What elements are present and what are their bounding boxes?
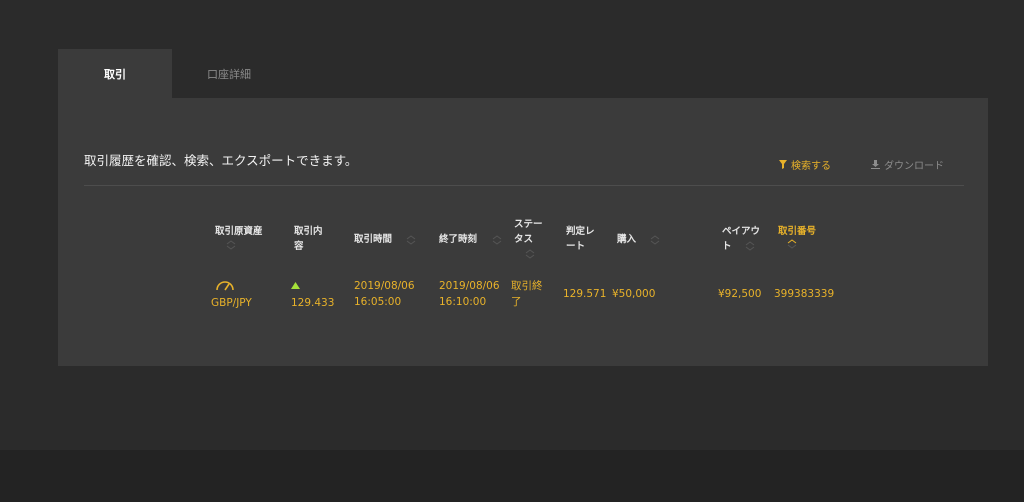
up-arrow-icon <box>291 282 300 289</box>
sort-icon[interactable] <box>650 235 660 245</box>
tab-bar: 取引 口座詳細 <box>58 49 286 98</box>
header-judge-rate-line1: 判定レ <box>566 226 595 237</box>
download-icon <box>871 160 880 169</box>
cell-trade-clock: 16:05:00 <box>354 296 402 308</box>
header-trade-no-label: 取引番号 <box>778 226 817 237</box>
tab-account-details[interactable]: 口座詳細 <box>172 49 286 98</box>
cell-status: 取引終 了 <box>511 278 543 310</box>
header-content-line1: 取引内 <box>294 226 323 237</box>
cell-end-time: 2019/08/06 16:10:00 <box>439 278 500 310</box>
header-judge-rate-line2: ート <box>566 241 586 252</box>
cell-payout: ¥92,500 <box>718 288 762 300</box>
cell-end-clock: 16:10:00 <box>439 296 487 308</box>
header-status-line2: タス <box>514 234 534 245</box>
header-trade-no[interactable]: 取引番号 <box>778 224 816 239</box>
cell-buy: ¥50,000 <box>612 288 656 300</box>
page-description: 取引履歴を確認、検索、エクスポートできます。 <box>84 153 358 168</box>
download-button-label: ダウンロード <box>884 161 944 172</box>
header-buy-label: 購入 <box>617 234 637 245</box>
cell-judge-rate: 129.571 <box>563 288 607 300</box>
header-judge-rate[interactable]: 判定レ ート <box>566 224 595 254</box>
search-button[interactable]: 検索する <box>779 157 831 172</box>
cell-status-line2: 了 <box>511 296 522 308</box>
tab-account-details-label: 口座詳細 <box>207 67 251 81</box>
footer-band <box>0 450 1024 502</box>
sort-icon[interactable] <box>787 239 797 249</box>
tab-trades-label: 取引 <box>104 67 126 81</box>
trade-history-panel: 取引履歴を確認、検索、エクスポートできます。 検索する ダウンロード 取引原資産… <box>58 98 988 366</box>
gauge-icon <box>216 281 234 291</box>
header-content-line2: 容 <box>294 241 304 252</box>
header-trade-time-label: 取引時間 <box>354 234 393 245</box>
download-button[interactable]: ダウンロード <box>871 157 944 172</box>
cell-entry-rate: 129.433 <box>291 297 335 309</box>
header-status-line1: ステー <box>514 219 543 230</box>
cell-end-date: 2019/08/06 <box>439 280 500 292</box>
cell-trade-time: 2019/08/06 16:05:00 <box>354 278 415 310</box>
cell-asset: GBP/JPY <box>211 297 252 309</box>
cell-status-line1: 取引終 <box>511 280 543 292</box>
sort-icon[interactable] <box>492 235 502 245</box>
sort-icon[interactable] <box>525 249 535 259</box>
header-payout-line1: ペイアウ <box>722 226 761 237</box>
cell-trade-no: 399383339 <box>774 288 835 300</box>
header-buy[interactable]: 購入 <box>617 232 636 247</box>
search-button-label: 検索する <box>791 161 831 172</box>
cell-trade-date: 2019/08/06 <box>354 280 415 292</box>
sort-icon[interactable] <box>745 241 755 251</box>
header-trade-time[interactable]: 取引時間 <box>354 232 392 247</box>
header-asset-label: 取引原資産 <box>215 226 263 237</box>
filter-icon <box>779 160 787 169</box>
header-content[interactable]: 取引内容 <box>294 224 323 254</box>
tab-trades[interactable]: 取引 <box>58 49 172 98</box>
header-end-time-label: 終了時刻 <box>439 234 478 245</box>
header-end-time[interactable]: 終了時刻 <box>439 232 477 247</box>
sort-icon[interactable] <box>406 235 416 245</box>
header-asset[interactable]: 取引原資産 <box>215 224 263 239</box>
sort-icon[interactable] <box>226 240 236 250</box>
header-status[interactable]: ステー タス <box>514 217 543 247</box>
divider <box>84 185 964 186</box>
